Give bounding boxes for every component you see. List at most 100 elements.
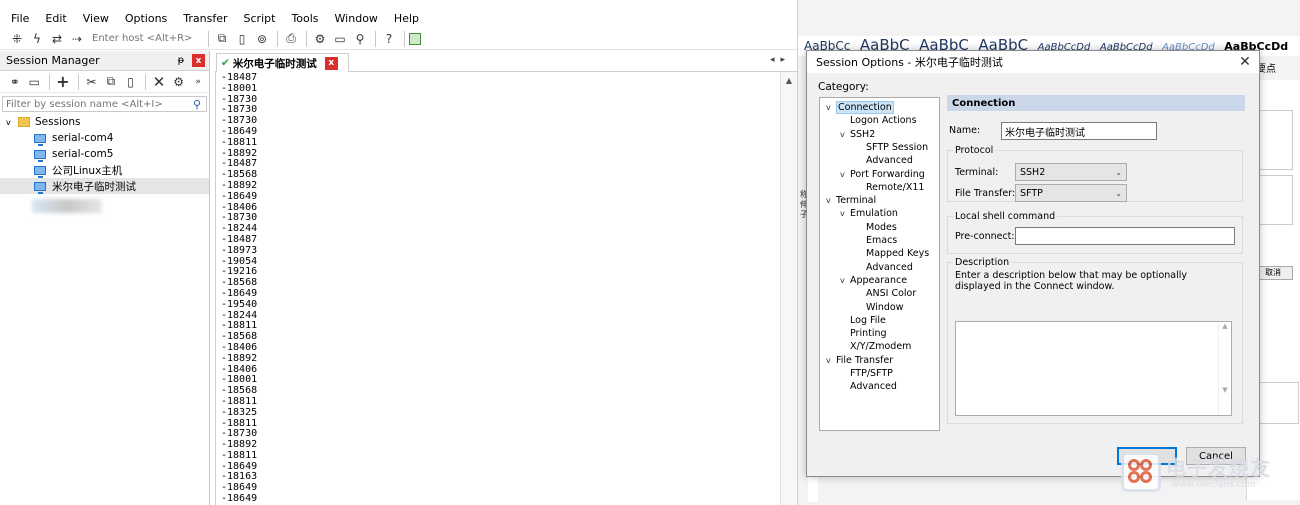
toolbar-separator bbox=[375, 30, 376, 47]
menu-tools[interactable]: Tools bbox=[288, 10, 321, 27]
session-item[interactable]: serial-com4 bbox=[0, 130, 209, 146]
delete-icon[interactable]: ✕ bbox=[150, 73, 168, 91]
pin-icon[interactable]: ᵽ bbox=[174, 55, 188, 66]
overflow-chevron-icon[interactable]: » bbox=[189, 73, 207, 91]
menu-transfer[interactable]: Transfer bbox=[180, 10, 230, 27]
chevron-down-icon[interactable]: v bbox=[826, 196, 836, 205]
category-item[interactable]: Advanced bbox=[856, 261, 913, 274]
chevron-down-icon[interactable]: v bbox=[6, 118, 18, 127]
terminal-output[interactable]: -18487 -18001 -18730 -18730 -18730 -18649 -188… bbox=[215, 72, 783, 505]
name-field[interactable] bbox=[1001, 122, 1157, 140]
category-item[interactable]: Window bbox=[856, 301, 903, 314]
category-item[interactable]: v Port Forwarding bbox=[840, 168, 925, 181]
session-item[interactable]: serial-com5 bbox=[0, 146, 209, 162]
chevron-down-icon[interactable]: v bbox=[840, 276, 850, 285]
menu-edit[interactable]: Edit bbox=[42, 10, 69, 27]
screen-icon[interactable] bbox=[409, 32, 421, 45]
settings-icon[interactable]: ⚙ bbox=[311, 30, 329, 48]
menu-window[interactable]: Window bbox=[332, 10, 381, 27]
category-item[interactable]: X/Y/Zmodem bbox=[840, 340, 911, 353]
chevron-down-icon[interactable]: v bbox=[840, 209, 850, 218]
find-icon[interactable]: ⊚ bbox=[253, 30, 271, 48]
description-textarea[interactable]: ▲ ▼ bbox=[955, 321, 1232, 416]
menu-options[interactable]: Options bbox=[122, 10, 170, 27]
filter-input[interactable] bbox=[3, 97, 189, 111]
category-label: FTP/SFTP bbox=[850, 368, 893, 379]
tab-close-icon[interactable]: x bbox=[324, 56, 338, 70]
pre-connect-field[interactable] bbox=[1015, 227, 1235, 245]
category-item[interactable]: Remote/X11 bbox=[856, 181, 924, 194]
category-item[interactable]: Log File bbox=[840, 314, 886, 327]
blurred-session-item bbox=[32, 199, 102, 213]
session-item[interactable]: 米尔电子临时测试 bbox=[0, 178, 209, 194]
session-tab-icon[interactable]: ▭ bbox=[26, 73, 44, 91]
scroll-up-icon[interactable]: ▲ bbox=[781, 76, 797, 85]
cut-icon[interactable]: ✂ bbox=[83, 73, 101, 91]
keymap-icon[interactable]: ⚲ bbox=[351, 30, 369, 48]
menu-view[interactable]: View bbox=[80, 10, 112, 27]
chevron-down-icon[interactable]: v bbox=[826, 103, 836, 112]
menu-script[interactable]: Script bbox=[241, 10, 279, 27]
tab-active-session[interactable]: ✔ 米尔电子临时测试 x bbox=[216, 53, 349, 72]
copy-icon[interactable]: ⧉ bbox=[213, 30, 231, 48]
chevron-down-icon[interactable]: v bbox=[840, 130, 850, 139]
category-label: Advanced bbox=[866, 155, 913, 167]
terminal-protocol-select[interactable]: SSH2 ⌄ bbox=[1015, 163, 1127, 181]
paste-icon[interactable]: ▯ bbox=[233, 30, 251, 48]
file-transfer-select[interactable]: SFTP ⌄ bbox=[1015, 184, 1127, 202]
copy-icon[interactable]: ⧉ bbox=[102, 73, 120, 91]
chevron-down-icon[interactable]: v bbox=[826, 356, 836, 365]
global-options-icon[interactable]: ▭ bbox=[331, 30, 349, 48]
category-item[interactable]: v Emulation bbox=[840, 207, 898, 220]
tree-root-sessions[interactable]: v Sessions bbox=[0, 114, 209, 130]
terminal-scrollbar[interactable]: ▲ bbox=[780, 72, 797, 505]
category-item[interactable]: Printing bbox=[840, 327, 887, 340]
terminal-line: -18568 bbox=[221, 331, 258, 343]
session-item[interactable]: 公司Linux主机 bbox=[0, 162, 209, 178]
chevron-down-icon[interactable]: v bbox=[840, 170, 850, 179]
category-item[interactable]: v Appearance bbox=[840, 274, 907, 287]
category-item[interactable]: Logon Actions bbox=[840, 114, 917, 127]
close-icon[interactable]: ✕ bbox=[1231, 54, 1259, 70]
category-item[interactable]: SFTP Session bbox=[856, 141, 928, 154]
print-icon[interactable]: ⎙ bbox=[282, 30, 300, 48]
category-item[interactable]: FTP/SFTP bbox=[840, 367, 893, 380]
category-label: SSH2 bbox=[850, 128, 876, 140]
category-label: Printing bbox=[850, 328, 887, 340]
watermark-text: 电子发烧友 bbox=[1166, 456, 1271, 480]
category-item[interactable]: Advanced bbox=[856, 154, 913, 167]
session-manager-toolbar: ⚭ ▭ + ✂ ⧉ ▯ ✕ ⚙ » bbox=[0, 71, 209, 93]
connect-icon[interactable]: ⁜ bbox=[8, 30, 26, 48]
category-item[interactable]: v File Transfer bbox=[826, 354, 893, 367]
reconnect-icon[interactable]: ⇄ bbox=[48, 30, 66, 48]
session-tree: v Sessions serial-com4 serial-com5 公司Lin… bbox=[0, 114, 209, 194]
help-icon[interactable]: ? bbox=[380, 30, 398, 48]
category-item[interactable]: Emacs bbox=[856, 234, 897, 247]
menu-help[interactable]: Help bbox=[391, 10, 422, 27]
quick-connect-icon[interactable]: ϟ bbox=[28, 30, 46, 48]
terminal-line: -19216 bbox=[221, 266, 258, 278]
category-item[interactable]: Advanced bbox=[840, 380, 897, 393]
search-icon[interactable]: ⚲ bbox=[189, 98, 205, 111]
link-icon[interactable]: ⚭ bbox=[6, 73, 24, 91]
add-icon[interactable]: + bbox=[54, 72, 72, 91]
tab-scroll-arrows[interactable]: ◂▸ bbox=[770, 55, 791, 65]
category-item[interactable]: v SSH2 bbox=[840, 128, 875, 141]
textarea-scrollbar[interactable]: ▲ ▼ bbox=[1218, 322, 1231, 415]
properties-icon[interactable]: ⚙ bbox=[170, 73, 188, 91]
category-item[interactable]: v Terminal bbox=[826, 194, 876, 207]
category-item[interactable]: v Connection bbox=[826, 101, 894, 114]
disconnect-icon[interactable]: ⇢ bbox=[68, 30, 86, 48]
category-item[interactable]: Mapped Keys bbox=[856, 247, 929, 260]
category-label: Emulation bbox=[850, 208, 898, 220]
category-label: Appearance bbox=[850, 274, 908, 286]
category-item[interactable]: ANSI Color bbox=[856, 287, 916, 300]
category-item[interactable]: Modes bbox=[856, 221, 897, 234]
paste-icon[interactable]: ▯ bbox=[122, 73, 140, 91]
terminal-line: -18568 bbox=[221, 277, 258, 289]
close-icon[interactable]: x bbox=[192, 54, 205, 67]
terminal-line: -18325 bbox=[221, 406, 258, 418]
host-input[interactable] bbox=[88, 30, 204, 47]
menu-file[interactable]: File bbox=[8, 10, 32, 27]
toolbar-separator bbox=[145, 73, 147, 90]
